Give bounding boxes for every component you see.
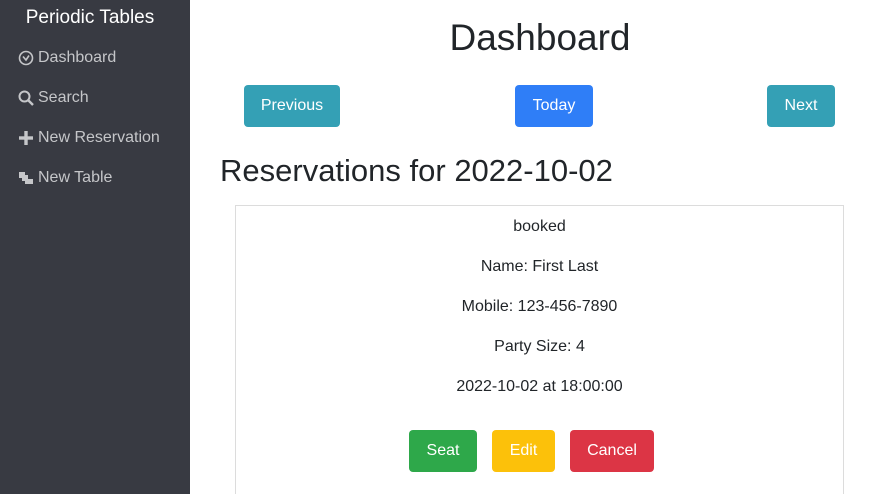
sidebar-item-label: Search: [38, 89, 89, 106]
reservation-datetime: 2022-10-02 at 18:00:00: [456, 378, 623, 395]
search-icon: [18, 90, 34, 106]
dashboard-icon: [18, 50, 34, 66]
seat-button[interactable]: Seat: [409, 430, 477, 472]
brand-title[interactable]: Periodic Tables: [0, 6, 180, 30]
sidebar-item-new-reservation[interactable]: New Reservation: [18, 127, 160, 149]
reservation-status: booked: [513, 218, 566, 235]
sidebar-item-dashboard[interactable]: Dashboard: [18, 47, 116, 69]
reservation-mobile: Mobile: 123-456-7890: [461, 298, 618, 315]
sidebar-item-label: New Table: [38, 169, 113, 186]
sidebar-item-search[interactable]: Search: [18, 87, 89, 109]
previous-button[interactable]: Previous: [244, 85, 340, 127]
page-title: Dashboard: [449, 17, 631, 58]
sidebar-item-new-table[interactable]: New Table: [18, 167, 112, 189]
reservation-party-size: Party Size: 4: [494, 338, 585, 355]
next-button[interactable]: Next: [767, 85, 835, 127]
reservation-card: booked Name: First Last Mobile: 123-456-…: [235, 205, 844, 494]
main-content: Dashboard Previous Today Next Reservatio…: [190, 0, 870, 494]
sidebar-item-label: Dashboard: [38, 49, 117, 66]
sidebar-item-label: New Reservation: [38, 129, 160, 146]
sidebar: Periodic Tables Dashboard Search New Res…: [0, 0, 190, 494]
reservations-heading: Reservations for 2022-10-02: [220, 153, 613, 188]
cancel-button[interactable]: Cancel: [570, 430, 654, 472]
edit-button[interactable]: Edit: [492, 430, 555, 472]
reservation-name: Name: First Last: [480, 258, 599, 275]
today-button[interactable]: Today: [515, 85, 593, 127]
plus-icon: [18, 130, 34, 146]
layers-icon: [18, 170, 34, 186]
